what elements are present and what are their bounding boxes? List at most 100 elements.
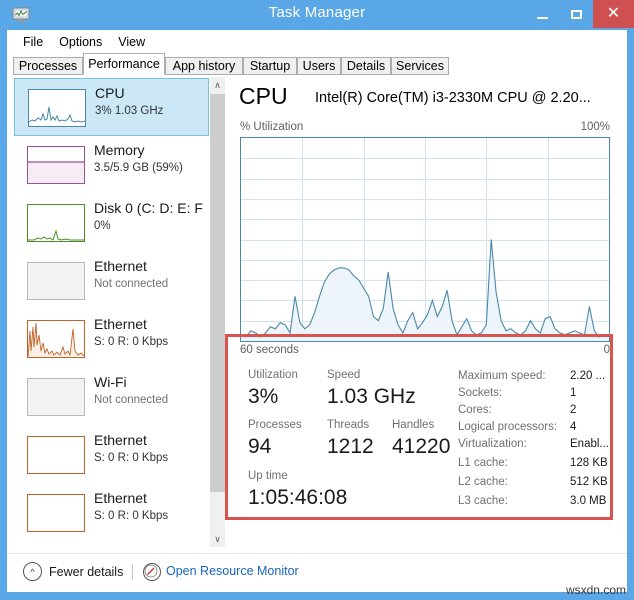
label-uptime: Up time [248, 470, 288, 482]
spec-value-l3-cache: 3.0 MB [570, 495, 607, 507]
graph-y-label: % Utilization [240, 121, 304, 133]
cpu-details: Utilization 3% Speed 1.03 GHz Processes … [240, 367, 612, 537]
sidebar-item-memory[interactable]: Memory 3.5/5.9 GB (59%) [14, 136, 209, 194]
minimize-icon [536, 16, 548, 19]
chevron-up-icon: ^ [23, 562, 42, 581]
wifi-thumbnail-empty [27, 378, 85, 416]
sidebar-item-ethernet-1[interactable]: Ethernet Not connected [14, 252, 209, 310]
sidebar-item-title: Ethernet [94, 490, 147, 506]
tab-startup[interactable]: Startup [243, 57, 297, 75]
spec-label-sockets: Sockets: [458, 387, 503, 399]
graph-time-axis: 60 seconds 0 [240, 344, 610, 356]
sidebar-item-subtitle: Not connected [94, 394, 169, 406]
watermark: wsxdn.com [565, 583, 626, 597]
value-speed: 1.03 GHz [327, 385, 416, 408]
sidebar-item-subtitle: 0% [94, 220, 111, 232]
label-processes: Processes [248, 419, 302, 431]
sidebar-item-subtitle: S: 0 R: 0 Kbps [94, 510, 169, 522]
fewer-details-label: Fewer details [49, 564, 124, 579]
performance-panel: CPU Intel(R) Core(TM) i3-2330M CPU @ 2.2… [232, 77, 620, 547]
ethernet-thumbnail-flat [27, 436, 85, 474]
label-threads: Threads [327, 419, 370, 431]
value-handles: 41220 [392, 435, 451, 458]
memory-thumbnail-graph [27, 146, 85, 184]
sidebar-item-ethernet-3[interactable]: Ethernet S: 0 R: 0 Kbps [14, 426, 209, 484]
tab-performance[interactable]: Performance [83, 53, 165, 75]
graph-time-left: 60 seconds [240, 344, 299, 356]
sidebar-item-wifi[interactable]: Wi-Fi Not connected [14, 368, 209, 426]
menu-bar: File Options View [7, 30, 627, 53]
spec-value-cores: 2 [570, 404, 577, 416]
tab-processes[interactable]: Processes [13, 57, 83, 75]
sidebar-item-title: Ethernet [94, 432, 147, 448]
value-utilization: 3% [248, 385, 279, 408]
sidebar-item-subtitle: Not connected [94, 278, 169, 290]
scrollbar-thumb[interactable] [210, 94, 225, 492]
spec-label-logical-processors: Logical processors: [458, 421, 558, 433]
tab-services[interactable]: Services [391, 57, 449, 75]
footer-bar: ^ Fewer details Open Resource Monitor [7, 553, 627, 592]
spec-value-logical-processors: 4 [570, 421, 577, 433]
spec-value-l2-cache: 512 KB [570, 476, 608, 488]
spec-label-maximum-speed: Maximum speed: [458, 370, 546, 382]
minimize-button[interactable] [525, 0, 559, 28]
sidebar-item-ethernet-4[interactable]: Ethernet S: 0 R: 0 Kbps [14, 484, 209, 542]
label-speed: Speed [327, 369, 361, 381]
sidebar-item-title: Ethernet [94, 258, 147, 274]
sidebar-item-title: Ethernet [94, 316, 147, 332]
sidebar-item-subtitle: 3.5/5.9 GB (59%) [94, 162, 183, 174]
disk-thumbnail-graph [27, 204, 85, 242]
value-processes: 94 [248, 435, 272, 458]
spec-label-cores: Cores: [458, 404, 492, 416]
resource-list[interactable]: CPU 3% 1.03 GHz Memory 3.5/5.9 GB (59%) [14, 77, 209, 547]
maximize-button[interactable] [559, 0, 593, 28]
menu-options[interactable]: Options [52, 33, 111, 51]
label-utilization: Utilization [248, 369, 298, 381]
spec-value-sockets: 1 [570, 387, 577, 399]
sidebar-item-subtitle: S: 0 R: 0 Kbps [94, 452, 169, 464]
sidebar-scrollbar[interactable]: ∧ ∨ [210, 77, 225, 547]
title-bar: Task Manager ✕ [0, 0, 634, 30]
sidebar-item-title: Memory [94, 142, 145, 158]
spec-value-maximum-speed: 2.20 ... [570, 370, 606, 382]
graph-y-max: 100% [580, 121, 610, 133]
maximize-icon [570, 9, 582, 19]
sidebar-item-subtitle: 3% 1.03 GHz [95, 105, 164, 117]
menu-file[interactable]: File [16, 33, 52, 51]
value-threads: 1212 [327, 435, 374, 458]
cpu-thumbnail-graph [28, 89, 86, 127]
sidebar-item-ethernet-2[interactable]: Ethernet S: 0 R: 0 Kbps [14, 310, 209, 368]
tab-app-history[interactable]: App history [165, 57, 243, 75]
sidebar-item-title: Wi-Fi [94, 374, 127, 390]
sidebar-item-subtitle: S: 0 R: 0 Kbps [94, 336, 169, 348]
label-handles: Handles [392, 419, 435, 431]
spec-label-l1-cache: L1 cache: [458, 457, 508, 469]
scroll-up-icon[interactable]: ∧ [210, 77, 225, 93]
value-uptime: 1:05:46:08 [248, 486, 348, 509]
scroll-down-icon[interactable]: ∨ [210, 531, 225, 547]
spec-label-l3-cache: L3 cache: [458, 495, 508, 507]
ethernet-thumbnail-empty [27, 262, 85, 300]
sidebar-item-disk0[interactable]: Disk 0 (C: D: E: F 0% [14, 194, 209, 252]
tab-users[interactable]: Users [297, 57, 341, 75]
page-title: CPU [239, 83, 288, 109]
sidebar-item-cpu[interactable]: CPU 3% 1.03 GHz [14, 78, 209, 136]
graph-time-right: 0 [603, 344, 610, 356]
sidebar-item-title: CPU [95, 85, 125, 101]
task-manager-window: Task Manager ✕ File Options View Process… [0, 0, 634, 600]
window-body: File Options View Processes Performance … [7, 30, 627, 592]
resource-monitor-icon [143, 563, 161, 581]
sidebar-item-title: Disk 0 (C: D: E: F [94, 200, 203, 216]
tab-details[interactable]: Details [341, 57, 391, 75]
menu-view[interactable]: View [111, 33, 154, 51]
close-icon: ✕ [606, 5, 621, 22]
spec-label-l2-cache: L2 cache: [458, 476, 508, 488]
ethernet-thumbnail-flat [27, 494, 85, 532]
open-resource-monitor-link[interactable]: Open Resource Monitor [166, 564, 299, 578]
tab-strip: Processes Performance App history Startu… [7, 53, 627, 75]
close-button[interactable]: ✕ [593, 0, 634, 28]
cpu-utilization-graph [240, 137, 610, 342]
cpu-model: Intel(R) Core(TM) i3-2330M CPU @ 2.20... [315, 90, 591, 106]
spec-value-l1-cache: 128 KB [570, 457, 608, 469]
fewer-details-button[interactable]: ^ Fewer details [23, 562, 123, 581]
